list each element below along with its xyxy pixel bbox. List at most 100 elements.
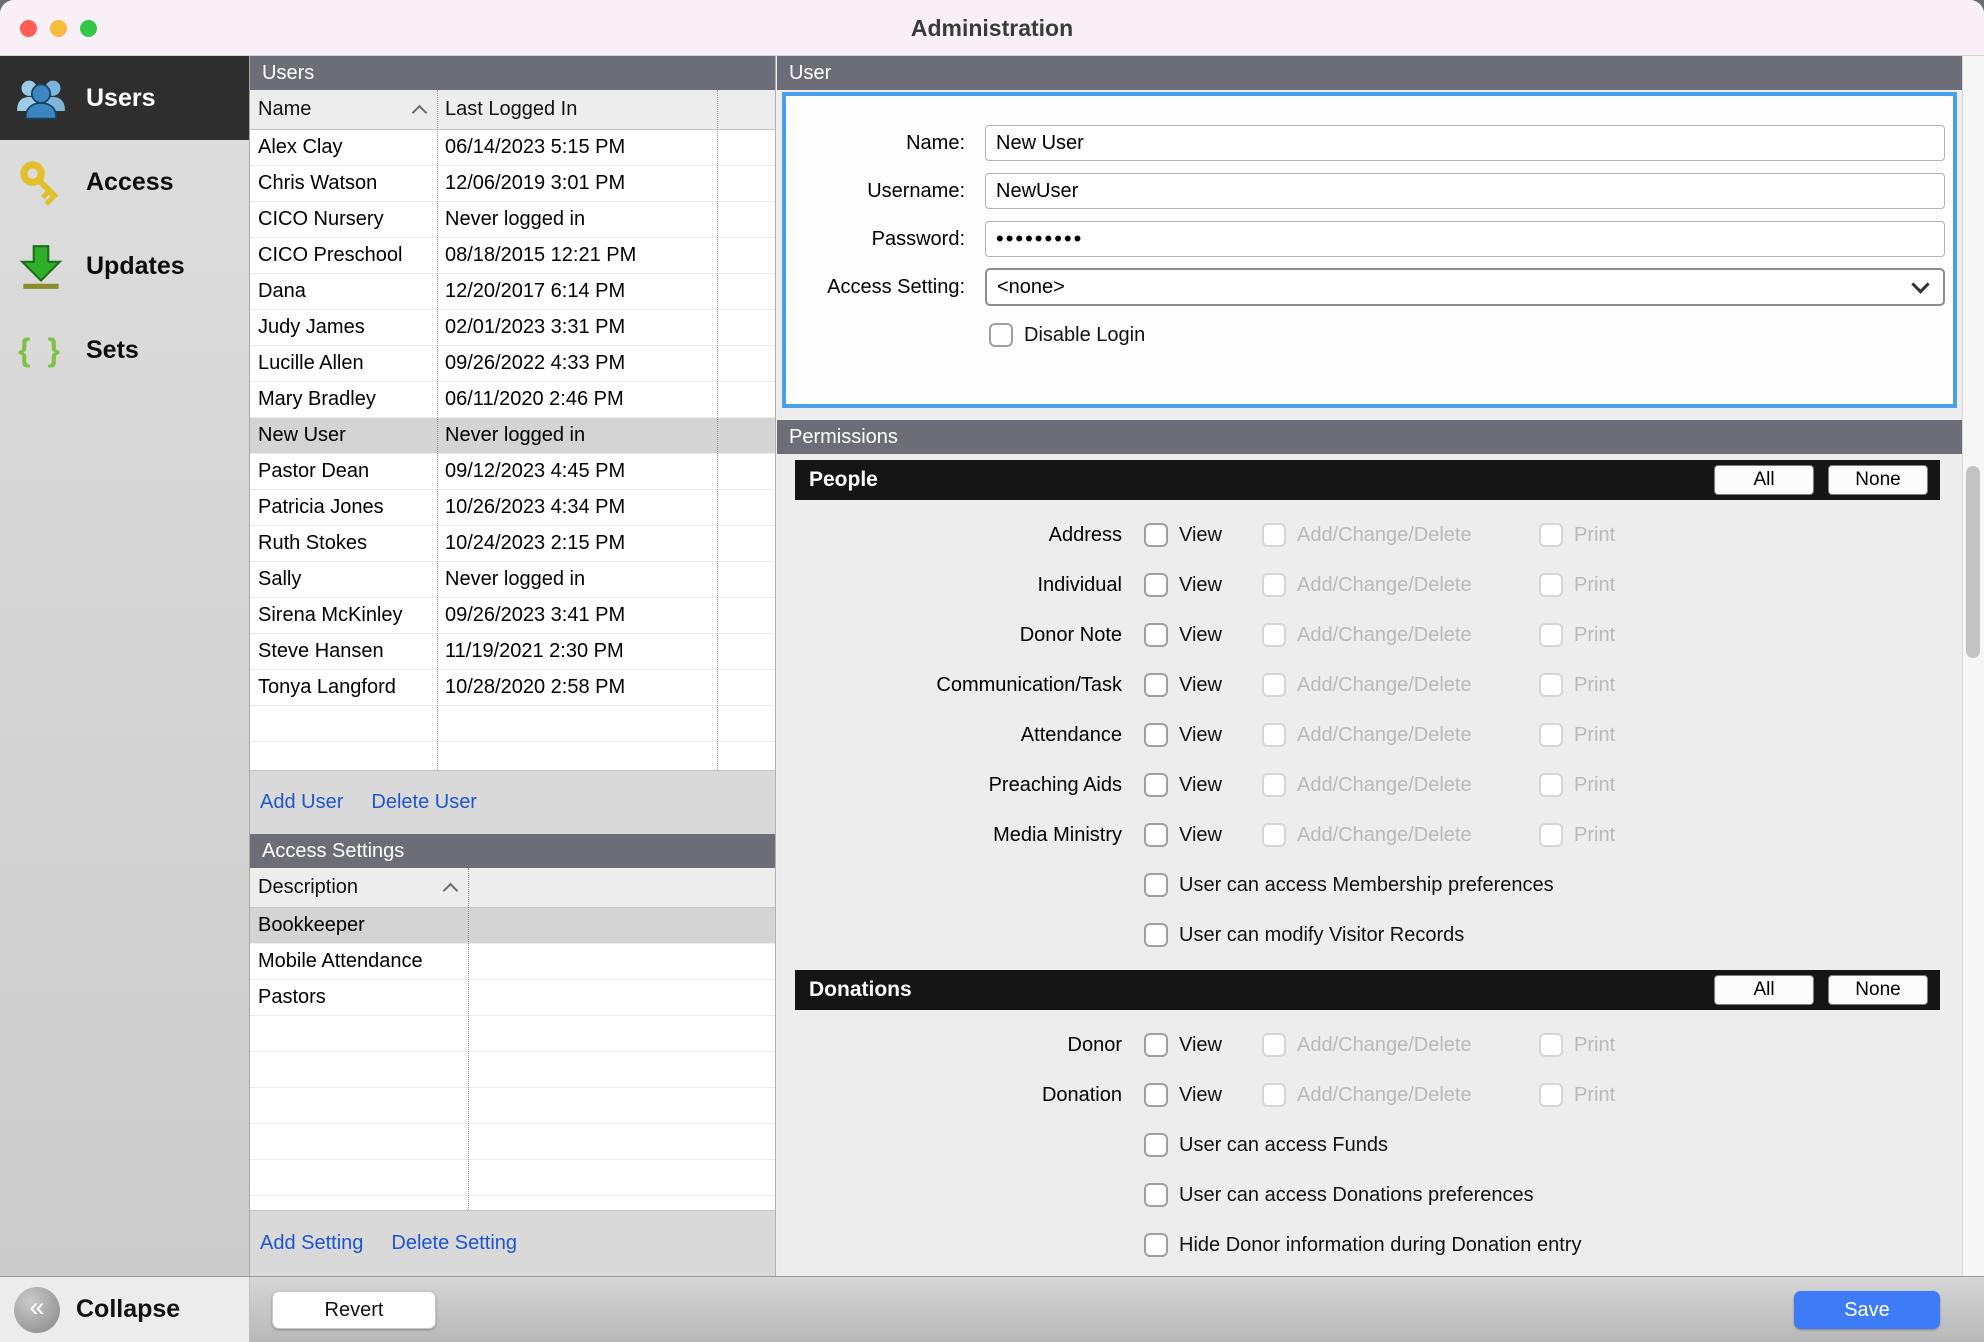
view-checkbox[interactable]: View [1144,623,1262,647]
print-label: Print [1574,574,1615,597]
checkbox-box [1144,623,1168,647]
disable-login-checkbox[interactable]: Disable Login [989,323,1145,347]
view-label: View [1179,724,1222,747]
delete-user-link[interactable]: Delete User [371,791,477,814]
print-label: Print [1574,724,1615,747]
user-name-cell: Steve Hansen [250,640,437,663]
user-form-region: Name: Username: Password: Access Setting… [777,90,1962,420]
all-button[interactable]: All [1714,465,1814,495]
empty-row [250,1052,775,1088]
user-row[interactable]: Steve Hansen11/19/2021 2:30 PM [250,634,775,670]
user-row[interactable]: Patricia Jones10/26/2023 4:34 PM [250,490,775,526]
access-setting-row[interactable]: Pastors [250,980,775,1016]
checkbox-box [1144,873,1168,897]
extra-permission-checkbox[interactable]: User can access Funds [1144,1133,1388,1157]
permission-row-label: Address [777,524,1122,547]
scrollbar-track[interactable] [1962,56,1984,1276]
sidebar-item-access[interactable]: Access [0,140,249,224]
access-setting-select[interactable]: <none> [985,268,1945,306]
empty-row [250,1088,775,1124]
user-row[interactable]: Alex Clay06/14/2023 5:15 PM [250,130,775,166]
view-checkbox[interactable]: View [1144,673,1262,697]
permission-row-label: Media Ministry [777,824,1122,847]
password-input[interactable] [985,221,1945,257]
user-row[interactable]: CICO NurseryNever logged in [250,202,775,238]
checkbox-box [1144,1183,1168,1207]
user-row[interactable]: Pastor Dean09/12/2023 4:45 PM [250,454,775,490]
username-input[interactable] [985,173,1945,209]
collapse-button[interactable]: « Collapse [0,1277,250,1342]
access-setting-value: <none> [997,276,1065,299]
view-label: View [1179,824,1222,847]
user-row[interactable]: Dana12/20/2017 6:14 PM [250,274,775,310]
zoom-button[interactable] [80,20,97,37]
permission-extra-row: User can access Donations preferences [777,1170,1962,1220]
user-row[interactable]: CICO Preschool08/18/2015 12:21 PM [250,238,775,274]
user-row[interactable]: SallyNever logged in [250,562,775,598]
section-title: People [809,468,878,492]
permission-section-bar: DonationsAllNone [795,970,1940,1010]
name-input[interactable] [985,125,1945,161]
none-button[interactable]: None [1828,465,1928,495]
view-checkbox[interactable]: View [1144,773,1262,797]
sidebar-item-updates[interactable]: Updates [0,224,249,308]
user-last-logged-in-cell: 10/24/2023 2:15 PM [437,532,717,555]
name-label: Name: [786,132,965,155]
print-checkbox: Print [1539,1083,1615,1107]
save-button[interactable]: Save [1794,1291,1940,1329]
user-row[interactable]: New UserNever logged in [250,418,775,454]
view-checkbox[interactable]: View [1144,1033,1262,1057]
checkbox-box [1539,1083,1563,1107]
checkbox-box [1262,573,1286,597]
extra-permission-checkbox[interactable]: User can access Membership preferences [1144,873,1554,897]
view-checkbox[interactable]: View [1144,573,1262,597]
extra-permission-checkbox[interactable]: User can access Donations preferences [1144,1183,1534,1207]
access-settings-header: Access Settings [250,834,775,868]
extra-permission-checkbox[interactable]: User can modify Visitor Records [1144,923,1464,947]
print-label: Print [1574,1084,1615,1107]
delete-setting-link[interactable]: Delete Setting [391,1232,517,1255]
user-row[interactable]: Mary Bradley06/11/2020 2:46 PM [250,382,775,418]
empty-row [250,1124,775,1160]
sidebar-item-users[interactable]: Users [0,56,249,140]
user-row[interactable]: Lucille Allen09/26/2022 4:33 PM [250,346,775,382]
add-setting-link[interactable]: Add Setting [260,1232,363,1255]
scrollbar-thumb[interactable] [1966,466,1980,658]
empty-row [250,706,775,742]
view-checkbox[interactable]: View [1144,523,1262,547]
add-change-delete-checkbox: Add/Change/Delete [1262,773,1539,797]
view-checkbox[interactable]: View [1144,1083,1262,1107]
revert-button[interactable]: Revert [272,1291,436,1329]
view-label: View [1179,624,1222,647]
user-last-logged-in-cell: 02/01/2023 3:31 PM [437,316,717,339]
column-header-last-logged-in[interactable]: Last Logged In [437,90,717,129]
user-row[interactable]: Judy James02/01/2023 3:31 PM [250,310,775,346]
column-header-name[interactable]: Name [250,90,437,129]
all-button[interactable]: All [1714,975,1814,1005]
minimize-button[interactable] [50,20,67,37]
none-button[interactable]: None [1828,975,1928,1005]
user-last-logged-in-cell: 11/19/2021 2:30 PM [437,640,717,663]
view-checkbox[interactable]: View [1144,823,1262,847]
permission-row: Preaching AidsViewAdd/Change/DeletePrint [777,760,1962,810]
add-user-link[interactable]: Add User [260,791,343,814]
access-setting-row[interactable]: Bookkeeper [250,908,775,944]
user-last-logged-in-cell: Never logged in [437,424,717,447]
checkbox-box [1144,1133,1168,1157]
add-change-delete-label: Add/Change/Delete [1297,824,1472,847]
extra-permission-checkbox[interactable]: Hide Donor information during Donation e… [1144,1233,1581,1257]
access-setting-row[interactable]: Mobile Attendance [250,944,775,980]
sidebar-item-label: Access [86,168,174,197]
user-row[interactable]: Chris Watson12/06/2019 3:01 PM [250,166,775,202]
user-row[interactable]: Tonya Langford10/28/2020 2:58 PM [250,670,775,706]
column-header-description[interactable]: Description [250,868,468,907]
user-last-logged-in-cell: 09/26/2022 4:33 PM [437,352,717,375]
user-name-cell: Lucille Allen [250,352,437,375]
user-row[interactable]: Ruth Stokes10/24/2023 2:15 PM [250,526,775,562]
close-button[interactable] [20,20,37,37]
checkbox-box [1539,723,1563,747]
add-change-delete-checkbox: Add/Change/Delete [1262,723,1539,747]
sidebar-item-sets[interactable]: { }Sets [0,308,249,392]
user-row[interactable]: Sirena McKinley09/26/2023 3:41 PM [250,598,775,634]
view-checkbox[interactable]: View [1144,723,1262,747]
